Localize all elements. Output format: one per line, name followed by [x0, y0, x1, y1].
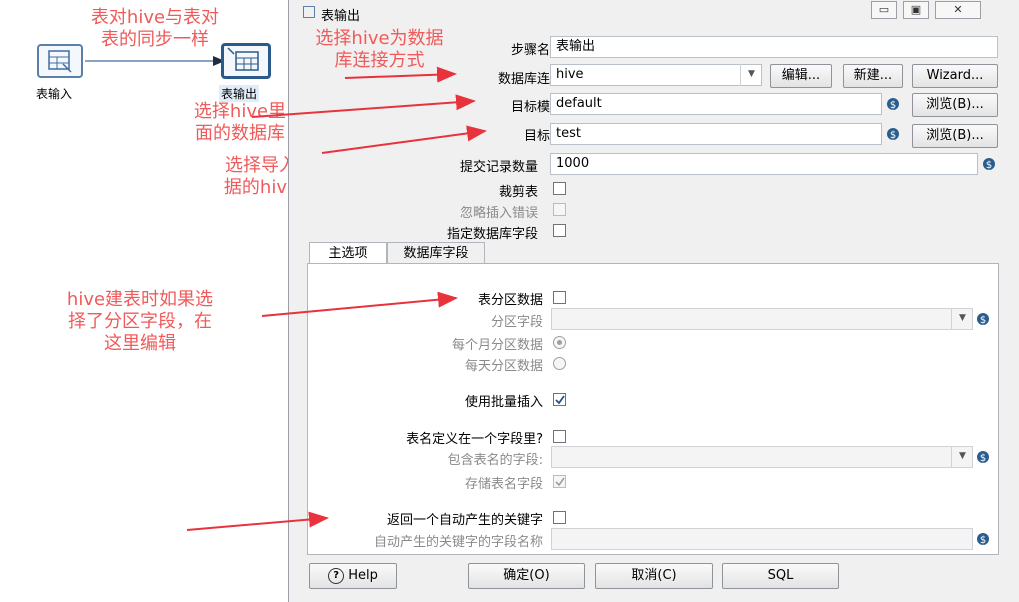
minimize-button[interactable]: ▭ — [871, 1, 897, 19]
monthly-partition-radio[interactable] — [553, 336, 566, 349]
partition-field-label: 分区字段 — [490, 315, 543, 330]
table-name-field-select[interactable] — [551, 446, 973, 468]
dialog-title: 表输出 — [321, 9, 361, 24]
new-connection-button[interactable]: 新建... — [843, 64, 903, 88]
auto-key-field-input[interactable] — [551, 528, 973, 550]
help-icon: ? — [328, 567, 345, 584]
partition-label: 表分区数据 — [477, 293, 543, 308]
table-output-label: 表输出 — [219, 85, 260, 102]
check-icon — [555, 477, 565, 487]
svg-text:$: $ — [980, 453, 986, 464]
svg-text:$: $ — [890, 130, 896, 141]
svg-text:$: $ — [890, 100, 896, 111]
batch-insert-label: 使用批量插入 — [464, 395, 543, 410]
target-table-input[interactable]: test — [550, 123, 882, 145]
browse-table-button[interactable]: 浏览(B)... — [912, 124, 998, 148]
maximize-button[interactable]: ▣ — [903, 1, 929, 19]
commit-size-label: 提交记录数量 — [459, 160, 538, 175]
ok-button[interactable]: 确定(O) — [468, 563, 585, 589]
specify-fields-checkbox[interactable] — [553, 224, 566, 237]
batch-insert-checkbox[interactable] — [553, 393, 566, 406]
variable-icon: $ — [977, 313, 989, 326]
annotation-select-db: 选择hive里 面的数据库 — [193, 101, 287, 144]
truncate-checkbox[interactable] — [553, 182, 566, 195]
target-schema-input[interactable]: default — [550, 93, 882, 115]
daily-partition-radio[interactable] — [553, 357, 566, 370]
svg-text:$: $ — [986, 160, 992, 171]
connection-select[interactable]: hive — [550, 64, 762, 86]
return-key-checkbox[interactable] — [553, 511, 566, 524]
commit-size-input[interactable]: 1000 — [550, 153, 978, 175]
variable-icon: $ — [983, 158, 995, 171]
wizard-button[interactable]: Wizard... — [912, 64, 998, 88]
specify-fields-label: 指定数据库字段 — [446, 227, 538, 242]
variable-icon: $ — [977, 451, 989, 464]
variable-icon: $ — [977, 533, 989, 546]
variable-icon: $ — [887, 98, 899, 111]
tab-database-fields[interactable]: 数据库字段 — [387, 242, 485, 264]
partition-dropdown-icon[interactable]: ▼ — [951, 308, 973, 330]
return-key-label: 返回一个自动产生的关键字 — [386, 513, 543, 528]
partition-field-select[interactable] — [551, 308, 973, 330]
dialog-icon — [303, 6, 315, 18]
truncate-label: 裁剪表 — [498, 185, 538, 200]
auto-key-field-label: 自动产生的关键字的字段名称 — [373, 535, 543, 550]
ignore-errors-label: 忽略插入错误 — [459, 206, 538, 221]
daily-partition-label: 每天分区数据 — [464, 359, 543, 374]
annotation-select-hive: 选择hive为数据 库连接方式 — [315, 28, 444, 71]
annotation-sync: 表对hive与表对 表的同步一样 — [90, 7, 220, 50]
check-icon — [555, 395, 565, 405]
variable-icon: $ — [887, 128, 899, 141]
store-table-name-checkbox[interactable] — [553, 475, 566, 488]
browse-schema-button[interactable]: 浏览(B)... — [912, 93, 998, 117]
svg-text:$: $ — [980, 535, 986, 546]
connection-dropdown-icon[interactable]: ▼ — [740, 64, 762, 86]
annotation-partition: hive建表时如果选 择了分区字段，在 这里编辑 — [66, 289, 214, 354]
step-name-input[interactable]: 表输出 — [550, 36, 998, 58]
table-in-field-checkbox[interactable] — [553, 430, 566, 443]
ignore-errors-checkbox[interactable] — [553, 203, 566, 216]
monthly-partition-label: 每个月分区数据 — [451, 338, 543, 353]
store-table-name-label: 存储表名字段 — [464, 477, 543, 492]
sql-button[interactable]: SQL — [722, 563, 839, 589]
table-in-field-label: 表名定义在一个字段里? — [406, 432, 543, 447]
tab-main-options[interactable]: 主选项 — [309, 242, 387, 264]
table-name-field-label: 包含表名的字段: — [447, 453, 543, 468]
help-button[interactable]: ? Help — [309, 563, 397, 589]
help-label: Help — [348, 568, 378, 583]
title-bar: 表输出 ▭ ▣ ✕ — [289, 0, 1019, 28]
svg-text:$: $ — [980, 315, 986, 326]
cancel-button[interactable]: 取消(C) — [595, 563, 713, 589]
main-options-panel: 表分区数据 分区字段 ▼ $ 每个月分区数据 每天分区数据 使用批量插入 表名定… — [307, 263, 999, 555]
table-output-dialog: 表输出 ▭ ▣ ✕ 步骤名称 表输出 数据库连接 hive ▼ 编辑... 新建… — [288, 0, 1019, 602]
canvas-area: 表输入 表输出 表对hive与表对 表的同步一样 选择hive里 面的数据库 选… — [0, 0, 316, 602]
table-input-label: 表输入 — [36, 87, 73, 101]
close-button[interactable]: ✕ — [935, 1, 981, 19]
edit-connection-button[interactable]: 编辑... — [770, 64, 832, 88]
table-name-dropdown-icon[interactable]: ▼ — [951, 446, 973, 468]
partition-checkbox[interactable] — [553, 291, 566, 304]
